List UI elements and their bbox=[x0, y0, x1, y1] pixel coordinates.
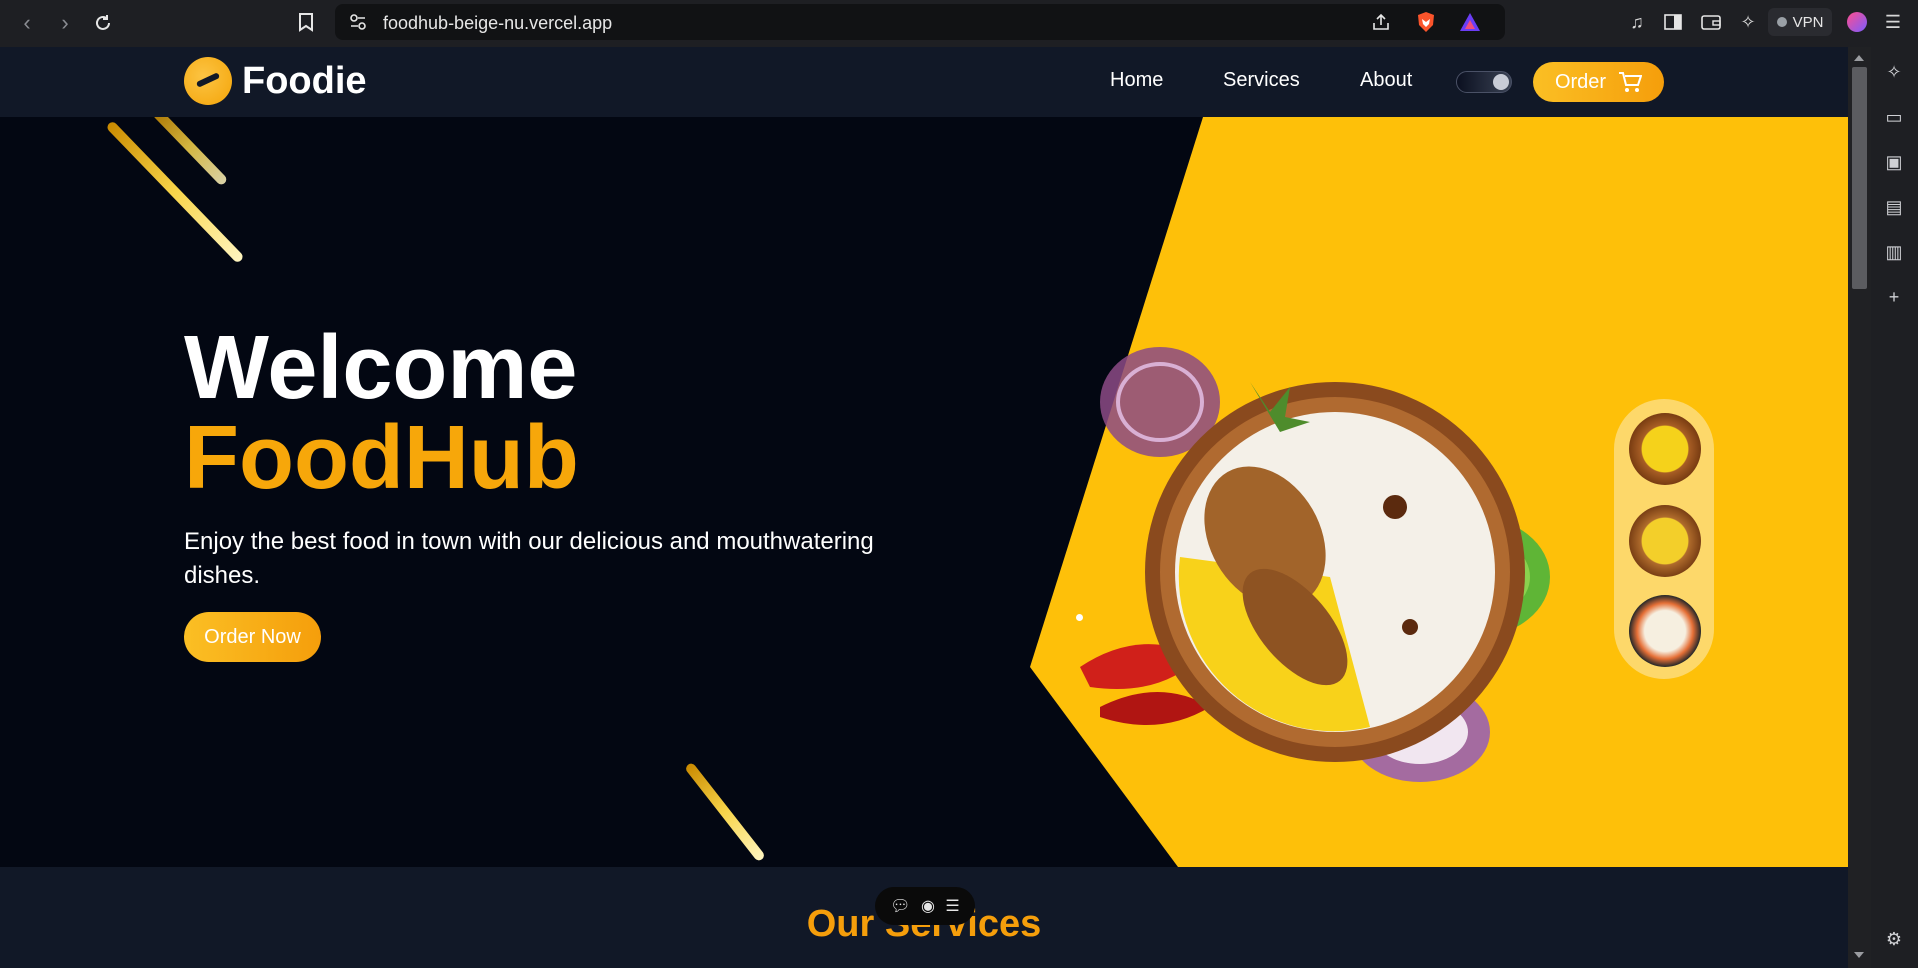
share-icon[interactable] bbox=[1368, 9, 1394, 35]
vpn-status-dot bbox=[1776, 17, 1787, 27]
services-section: Our Services 💬︎ ◉ ☰ bbox=[0, 867, 1848, 968]
sidebar-toggle-icon[interactable] bbox=[1660, 9, 1686, 35]
bookmarks-icon[interactable]: ▤ bbox=[1881, 194, 1907, 220]
browser-toolbar: ‹ › foodhub-beige-nu.vercel.app ♫ ✧ VPN … bbox=[0, 0, 1918, 47]
list-menu-icon[interactable]: ☰ bbox=[945, 896, 959, 916]
wallet-icon[interactable]: ▣ bbox=[1881, 149, 1907, 175]
dish-thumbnail-2[interactable] bbox=[1629, 505, 1701, 577]
profile-avatar-icon[interactable] bbox=[1844, 9, 1870, 35]
order-now-button[interactable]: Order Now bbox=[184, 612, 321, 662]
hero-section: Welcome FoodHub Enjoy the best food in t… bbox=[0, 117, 1848, 867]
hero-title-line1: Welcome bbox=[184, 318, 578, 418]
add-icon[interactable]: + bbox=[1881, 284, 1907, 310]
site-settings-icon[interactable] bbox=[345, 9, 371, 35]
nav-link-services[interactable]: Services bbox=[1223, 69, 1300, 92]
eye-icon[interactable]: ◉ bbox=[921, 896, 935, 916]
bookmark-icon[interactable] bbox=[293, 9, 319, 35]
site-logo[interactable]: Foodie bbox=[184, 57, 367, 105]
vpn-button[interactable]: VPN bbox=[1768, 8, 1832, 36]
brand-name: Foodie bbox=[242, 59, 367, 102]
hero-title-line2: FoodHub bbox=[184, 408, 579, 508]
scroll-down-arrow-icon[interactable] bbox=[1854, 952, 1864, 958]
url-text[interactable]: foodhub-beige-nu.vercel.app bbox=[383, 13, 612, 34]
wallet-icon[interactable] bbox=[1698, 9, 1724, 35]
dish-thumbnail-3[interactable] bbox=[1629, 595, 1701, 667]
brave-shield-icon[interactable] bbox=[1413, 9, 1439, 35]
chat-bubble-icon[interactable]: 💬︎ bbox=[890, 896, 910, 916]
vpn-label: VPN bbox=[1792, 13, 1824, 31]
cursor-dot bbox=[1076, 614, 1083, 621]
forward-icon[interactable]: › bbox=[50, 8, 80, 38]
hero-tagline: Enjoy the best food in town with our del… bbox=[184, 528, 874, 589]
chopstick-image bbox=[105, 120, 245, 264]
order-button-label: Order bbox=[1554, 70, 1607, 93]
reload-icon[interactable] bbox=[88, 8, 118, 38]
browser-sidebar: ✧ ▭ ▣ ▤ ▥ + ⚙ bbox=[1871, 47, 1918, 968]
brave-rewards-icon[interactable] bbox=[1457, 9, 1483, 35]
gear-icon[interactable]: ⚙ bbox=[1881, 926, 1907, 952]
toggle-knob bbox=[1493, 74, 1509, 90]
address-bar[interactable]: foodhub-beige-nu.vercel.app bbox=[335, 4, 1505, 40]
leo-ai-icon[interactable]: ✧ bbox=[1735, 9, 1761, 35]
scrollbar-thumb[interactable] bbox=[1852, 67, 1867, 289]
biryani-dish-image bbox=[1080, 347, 1550, 782]
dish-thumbnail-1[interactable] bbox=[1629, 413, 1701, 485]
chopstick-image bbox=[684, 761, 766, 863]
cart-icon bbox=[1619, 72, 1643, 92]
nav-link-home[interactable]: Home bbox=[1110, 69, 1163, 92]
floating-toolbar: 💬︎ ◉ ☰ bbox=[875, 887, 975, 925]
web-page: Welcome FoodHub Enjoy the best food in t… bbox=[0, 47, 1848, 968]
reading-list-icon[interactable]: ▥ bbox=[1881, 239, 1907, 265]
nav-link-about[interactable]: About bbox=[1360, 69, 1412, 92]
page-scrollbar[interactable] bbox=[1848, 47, 1871, 968]
fork-spoon-logo-icon bbox=[184, 57, 232, 105]
site-header: Foodie Home Services About Order bbox=[0, 47, 1848, 117]
talk-camera-icon[interactable]: ▭ bbox=[1881, 104, 1907, 130]
scroll-up-arrow-icon[interactable] bbox=[1854, 55, 1864, 61]
order-button[interactable]: Order bbox=[1533, 62, 1664, 102]
leo-ai-icon[interactable]: ✧ bbox=[1881, 59, 1907, 85]
media-icon[interactable]: ♫ bbox=[1624, 9, 1650, 35]
theme-toggle[interactable] bbox=[1456, 71, 1512, 93]
dish-thumbnail-strip bbox=[1614, 399, 1714, 679]
menu-icon[interactable]: ☰ bbox=[1880, 9, 1906, 35]
back-icon[interactable]: ‹ bbox=[12, 8, 42, 38]
